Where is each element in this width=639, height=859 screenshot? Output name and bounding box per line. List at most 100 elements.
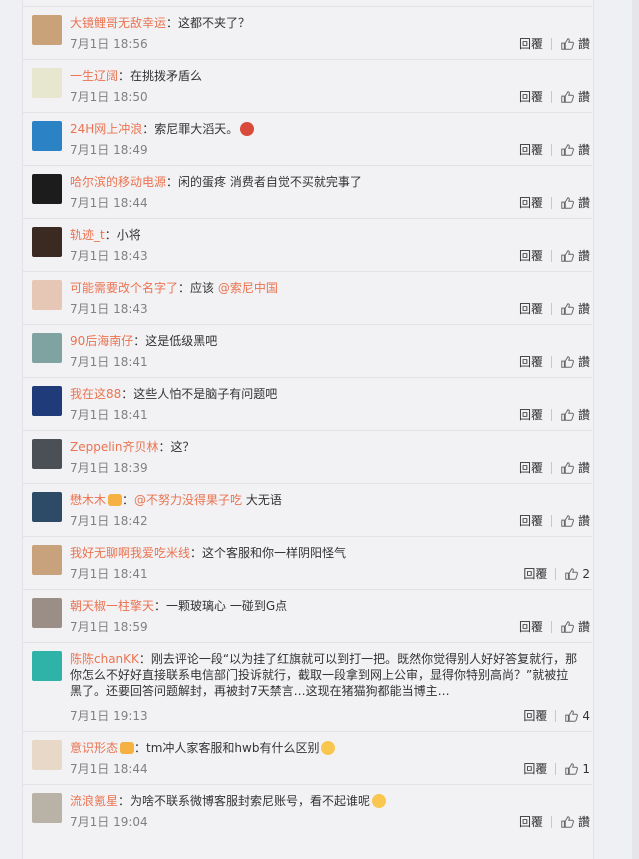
- avatar[interactable]: [32, 740, 62, 770]
- reply-button[interactable]: 回覆: [519, 300, 543, 317]
- comment-actions: 回覆 讚: [519, 88, 590, 105]
- reply-button[interactable]: 回覆: [519, 406, 543, 423]
- avatar[interactable]: [32, 439, 62, 469]
- reply-button[interactable]: 回覆: [519, 141, 543, 158]
- thumbs-up-icon[interactable]: [560, 196, 574, 210]
- like-count[interactable]: 讚: [578, 247, 590, 264]
- reply-button[interactable]: 回覆: [519, 194, 543, 211]
- avatar[interactable]: [32, 793, 62, 823]
- emoji-icon: [321, 741, 336, 755]
- avatar[interactable]: [32, 280, 62, 310]
- comment-body: ：应该: [178, 281, 218, 295]
- avatar[interactable]: [32, 121, 62, 151]
- like-count[interactable]: 讚: [578, 813, 590, 830]
- commenter-name[interactable]: 大镜鲤哥无敌幸运: [70, 16, 166, 30]
- thumbs-up-icon[interactable]: [560, 143, 574, 157]
- thumbs-up-icon[interactable]: [560, 408, 574, 422]
- reply-button[interactable]: 回覆: [523, 707, 547, 724]
- like-count[interactable]: 讚: [578, 35, 590, 52]
- avatar[interactable]: [32, 492, 62, 522]
- like-count[interactable]: 讚: [578, 459, 590, 476]
- thumbs-up-icon[interactable]: [560, 302, 574, 316]
- thumbs-up-icon[interactable]: [564, 709, 579, 723]
- commenter-name[interactable]: 意识形态: [70, 741, 118, 755]
- mention-link[interactable]: @不努力没得果子吃: [134, 493, 242, 507]
- thumbs-up-icon[interactable]: [560, 620, 574, 634]
- thumbs-up-icon[interactable]: [560, 37, 574, 51]
- thumbs-up-icon[interactable]: [560, 249, 574, 263]
- thumbs-up-icon[interactable]: [560, 815, 574, 829]
- comment-item: 陈陈chanKK：刚去评论一段“以为挂了红旗就可以到打一把。既然你觉得别人好好答…: [22, 642, 592, 732]
- reply-button[interactable]: 回覆: [519, 459, 543, 476]
- avatar[interactable]: [32, 651, 62, 681]
- comment-text: 我好无聊啊我爱吃米线：这个客服和你一样阴阳怪气: [70, 545, 578, 561]
- like-count[interactable]: 讚: [578, 406, 590, 423]
- reply-button[interactable]: 回覆: [523, 565, 547, 582]
- thumbs-up-icon[interactable]: [560, 461, 574, 475]
- reply-button[interactable]: 回覆: [519, 512, 543, 529]
- commenter-name[interactable]: 懋木木: [70, 493, 106, 507]
- like-count[interactable]: 讚: [578, 353, 590, 370]
- commenter-name[interactable]: 朝天椒一柱擎天: [70, 599, 154, 613]
- commenter-name[interactable]: 流浪氪星: [70, 794, 118, 808]
- avatar[interactable]: [32, 227, 62, 257]
- reply-button[interactable]: 回覆: [523, 760, 547, 777]
- commenter-name[interactable]: 陈陈chanKK: [70, 652, 139, 666]
- page-scrollbar[interactable]: [632, 0, 639, 859]
- comment-actions: 回覆 讚: [519, 406, 590, 423]
- avatar[interactable]: [32, 386, 62, 416]
- action-divider: [550, 302, 552, 315]
- thumbs-up-icon[interactable]: [560, 355, 574, 369]
- thumbs-up-icon[interactable]: [560, 514, 574, 528]
- comment-timestamp: 7月1日 19:04: [70, 815, 148, 829]
- action-divider: [550, 461, 552, 474]
- action-divider: [550, 408, 552, 421]
- comment-body-tail: 大无语: [242, 493, 282, 507]
- thumbs-up-icon[interactable]: [564, 567, 579, 581]
- avatar[interactable]: [32, 15, 62, 45]
- commenter-name[interactable]: Zeppelin齐贝林: [70, 440, 159, 454]
- like-count[interactable]: 1: [582, 762, 590, 776]
- action-divider: [550, 143, 552, 156]
- avatar[interactable]: [32, 598, 62, 628]
- thumbs-up-icon[interactable]: [564, 762, 579, 776]
- reply-button[interactable]: 回覆: [519, 353, 543, 370]
- commenter-name[interactable]: 我好无聊啊我爱吃米线: [70, 546, 190, 560]
- reply-button[interactable]: 回覆: [519, 35, 543, 52]
- avatar[interactable]: [32, 333, 62, 363]
- comment-body: ：这个客服和你一样阴阳怪气: [190, 546, 347, 560]
- like-count[interactable]: 讚: [578, 618, 590, 635]
- action-divider: [550, 620, 552, 633]
- reply-button[interactable]: 回覆: [519, 813, 543, 830]
- avatar[interactable]: [32, 174, 62, 204]
- like-count[interactable]: 讚: [578, 512, 590, 529]
- comment-actions: 回覆 讚: [519, 618, 590, 635]
- like-count[interactable]: 讚: [578, 300, 590, 317]
- like-count[interactable]: 讚: [578, 141, 590, 158]
- avatar[interactable]: [32, 545, 62, 575]
- commenter-name[interactable]: 可能需要改个名字了: [70, 281, 178, 295]
- comment-text: 陈陈chanKK：刚去评论一段“以为挂了红旗就可以到打一把。既然你觉得别人好好答…: [70, 651, 578, 699]
- emoji-icon: [372, 794, 387, 808]
- reply-button[interactable]: 回覆: [519, 618, 543, 635]
- like-count[interactable]: 讚: [578, 194, 590, 211]
- commenter-name[interactable]: 我在这88: [70, 387, 121, 401]
- comment-text: Zeppelin齐贝林：这？: [70, 439, 578, 455]
- comment-body: ：为啥不联系微博客服封索尼账号，看不起谁呢: [118, 794, 371, 808]
- like-count[interactable]: 2: [582, 567, 590, 581]
- commenter-name[interactable]: 一生辽阔: [70, 69, 118, 83]
- commenter-name[interactable]: 哈尔滨的移动电源: [70, 175, 166, 189]
- action-divider: [550, 249, 552, 262]
- like-count[interactable]: 讚: [578, 88, 590, 105]
- mention-link[interactable]: @索尼中国: [218, 281, 278, 295]
- avatar[interactable]: [32, 68, 62, 98]
- comment-timestamp: 7月1日 18:43: [70, 302, 148, 316]
- like-count[interactable]: 4: [582, 709, 590, 723]
- reply-button[interactable]: 回覆: [519, 247, 543, 264]
- commenter-name[interactable]: 90后海南仔: [70, 334, 133, 348]
- reply-button[interactable]: 回覆: [519, 88, 543, 105]
- commenter-name[interactable]: 轨迹_t: [70, 228, 105, 242]
- comment-text: 大镜鲤哥无敌幸运：这都不夹了？: [70, 15, 578, 31]
- thumbs-up-icon[interactable]: [560, 90, 574, 104]
- commenter-name[interactable]: 24H网上冲浪: [70, 122, 142, 136]
